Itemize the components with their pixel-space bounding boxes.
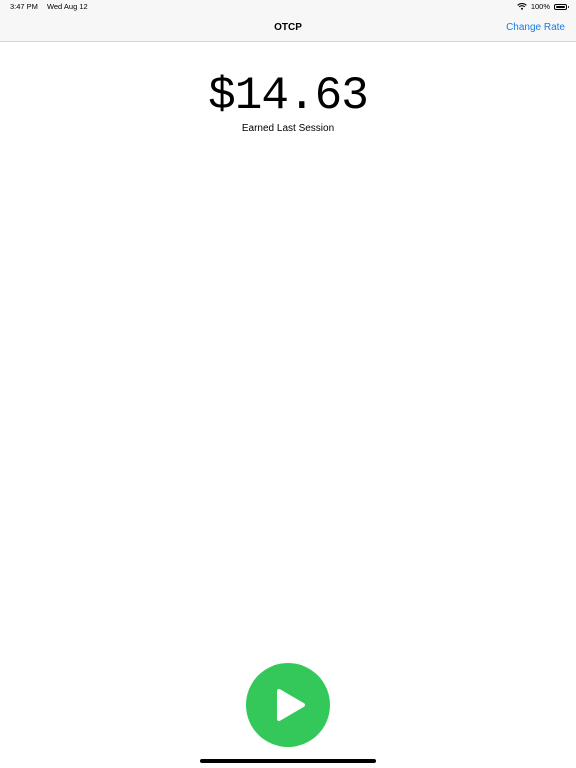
battery-percent: 100% — [530, 2, 550, 11]
earned-amount: $14.63 — [208, 70, 369, 122]
status-date: Wed Aug 12 — [46, 2, 88, 11]
battery-fill — [556, 5, 565, 8]
status-left: 3:47 PM Wed Aug 12 — [10, 2, 88, 11]
status-bar: 3:47 PM Wed Aug 12 100% — [0, 0, 576, 14]
wifi-icon — [517, 3, 527, 10]
status-right: 100% — [517, 2, 569, 11]
play-icon — [277, 689, 305, 721]
home-indicator[interactable] — [200, 759, 376, 763]
navigation-bar: OTCP Change Rate — [0, 14, 576, 42]
earned-caption: Earned Last Session — [241, 123, 335, 134]
change-rate-button[interactable]: Change Rate — [506, 22, 565, 33]
battery-icon — [554, 3, 569, 10]
page-title: OTCP — [274, 22, 302, 33]
play-button[interactable] — [246, 663, 330, 747]
status-time: 3:47 PM — [10, 2, 38, 11]
